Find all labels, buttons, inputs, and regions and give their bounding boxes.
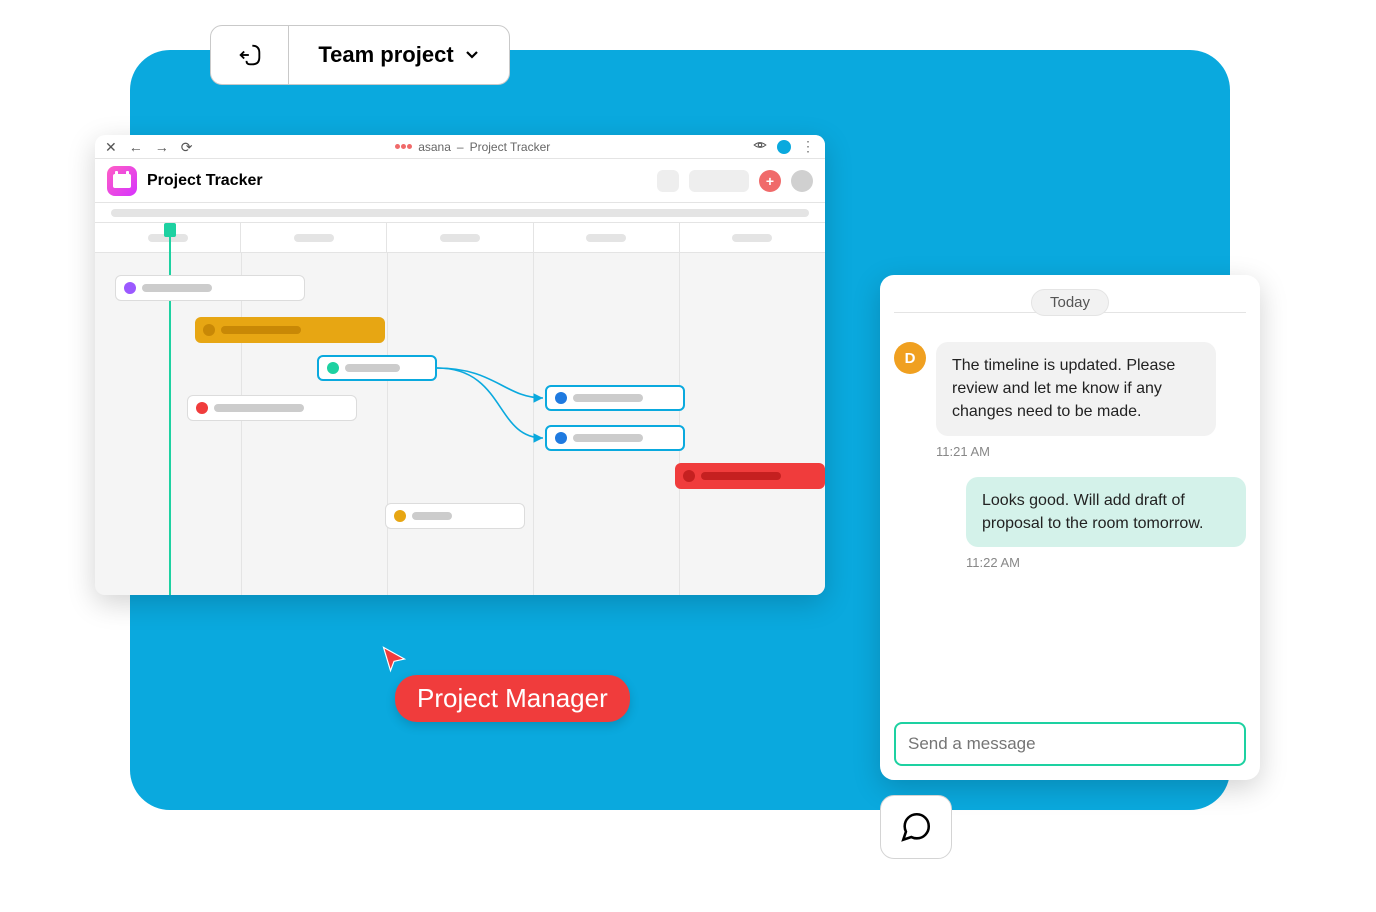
project-selector-label: Team project xyxy=(318,42,453,68)
browser-separator: – xyxy=(457,140,464,154)
chat-message: D The timeline is updated. Please review… xyxy=(894,342,1246,459)
refresh-icon[interactable]: ⟳ xyxy=(181,140,193,154)
nav-back-icon[interactable]: ← xyxy=(129,140,143,154)
exit-icon[interactable] xyxy=(211,26,289,84)
more-menu-icon[interactable]: ⋮ xyxy=(801,138,815,155)
task-bar[interactable] xyxy=(187,395,357,421)
task-bar[interactable] xyxy=(115,275,305,301)
cursor-user-badge: Project Manager xyxy=(395,675,630,722)
project-header: Project Tracker + xyxy=(95,159,825,203)
chat-panel: Today D The timeline is updated. Please … xyxy=(880,275,1260,780)
close-tab-icon[interactable]: ✕ xyxy=(105,140,117,154)
browser-chrome: ✕ ← → ⟳ asana – Project Tracker ⋮ xyxy=(95,135,825,159)
nav-forward-icon[interactable]: → xyxy=(155,140,169,154)
task-bar[interactable] xyxy=(385,503,525,529)
asana-logo-icon xyxy=(395,144,412,149)
cursor-icon xyxy=(380,645,408,678)
browser-tab-title-text: Project Tracker xyxy=(470,140,551,154)
task-bar[interactable] xyxy=(195,317,385,343)
chat-timestamp: 11:21 AM xyxy=(936,444,1216,459)
project-icon xyxy=(107,166,137,196)
chat-bubble: Looks good. Will add draft of proposal t… xyxy=(966,477,1246,547)
toolbar-button-1[interactable] xyxy=(657,170,679,192)
chat-message: Looks good. Will add draft of proposal t… xyxy=(894,477,1246,570)
gantt-area[interactable] xyxy=(95,253,825,595)
timeline-headers xyxy=(95,223,825,253)
member-avatar[interactable] xyxy=(791,170,813,192)
browser-app-name: asana xyxy=(418,140,451,154)
browser-window: ✕ ← → ⟳ asana – Project Tracker ⋮ Projec… xyxy=(95,135,825,595)
project-title: Project Tracker xyxy=(147,172,263,190)
task-bar[interactable] xyxy=(675,463,825,489)
chat-timestamp: 11:22 AM xyxy=(966,555,1246,570)
chat-bubble: The timeline is updated. Please review a… xyxy=(936,342,1216,436)
presence-indicator xyxy=(777,140,791,154)
task-bar[interactable] xyxy=(545,425,685,451)
toolbar-strip xyxy=(95,203,825,223)
toolbar-button-2[interactable] xyxy=(689,170,749,192)
add-button[interactable]: + xyxy=(759,170,781,192)
chat-input[interactable] xyxy=(894,722,1246,766)
task-connectors xyxy=(95,253,825,595)
task-bar[interactable] xyxy=(317,355,437,381)
chat-date-separator: Today xyxy=(1031,289,1109,316)
browser-tab-title: asana – Project Tracker xyxy=(202,140,743,154)
project-selector[interactable]: Team project xyxy=(210,25,510,85)
chevron-down-icon xyxy=(464,42,480,68)
visibility-icon[interactable] xyxy=(753,138,767,155)
chat-launcher-button[interactable] xyxy=(880,795,952,859)
task-bar[interactable] xyxy=(545,385,685,411)
chat-avatar: D xyxy=(894,342,926,374)
